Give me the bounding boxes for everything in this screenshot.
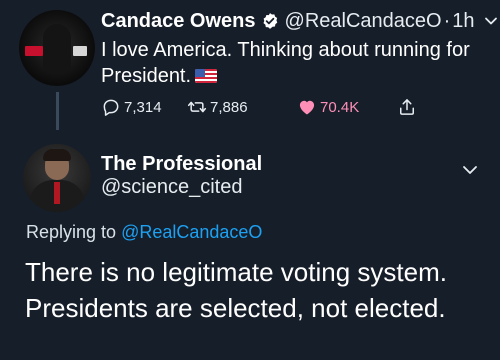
tweet-actions: 7,314 7,886 70.4K <box>101 94 431 120</box>
retweet-count: 7,886 <box>210 98 248 116</box>
header-separator: · <box>443 9 451 32</box>
chevron-down-icon[interactable] <box>483 13 499 29</box>
retweet-button[interactable]: 7,886 <box>187 94 248 120</box>
reply-icon <box>101 97 121 117</box>
us-flag-icon <box>195 69 218 83</box>
avatar-tie <box>54 182 60 204</box>
reply-body: There is no legitimate voting system. Pr… <box>25 257 447 323</box>
tweet-text: I love America. Thinking about running f… <box>101 39 470 87</box>
share-button[interactable] <box>397 94 420 120</box>
verified-badge-icon <box>261 12 279 30</box>
tweet-thread: Candace Owens @RealCandaceO · 1h I love … <box>0 0 500 360</box>
chevron-down-icon[interactable] <box>460 160 480 180</box>
avatar-the-professional[interactable] <box>23 144 91 212</box>
reply-author-name[interactable]: The Professional <box>101 153 262 176</box>
thread-connector-line <box>56 92 59 130</box>
avatar-red-banner <box>25 46 43 56</box>
reply-count: 7,314 <box>124 98 162 116</box>
heart-icon <box>297 97 317 117</box>
avatar-candace-owens[interactable] <box>19 10 95 86</box>
reply-author-handle[interactable]: @science_cited <box>101 176 242 199</box>
avatar-white-banner <box>73 46 87 56</box>
reply-header: The Professional <box>101 150 262 178</box>
tweet-header: Candace Owens @RealCandaceO · 1h <box>101 7 499 35</box>
avatar-hair <box>43 149 71 161</box>
replying-to-line: Replying to @RealCandaceO <box>26 222 262 243</box>
author-name[interactable]: Candace Owens <box>101 10 256 33</box>
retweet-icon <box>187 97 207 117</box>
like-count: 70.4K <box>320 98 360 116</box>
reply-button[interactable]: 7,314 <box>101 94 162 120</box>
replying-to-handle[interactable]: @RealCandaceO <box>121 222 262 242</box>
author-handle[interactable]: @RealCandaceO <box>285 10 442 33</box>
replying-to-prefix: Replying to <box>26 222 117 242</box>
like-button[interactable]: 70.4K <box>297 94 359 120</box>
share-icon <box>397 97 417 117</box>
avatar-face <box>43 24 71 74</box>
tweet-body: I love America. Thinking about running f… <box>101 37 491 89</box>
tweet-timestamp[interactable]: 1h <box>452 10 474 33</box>
